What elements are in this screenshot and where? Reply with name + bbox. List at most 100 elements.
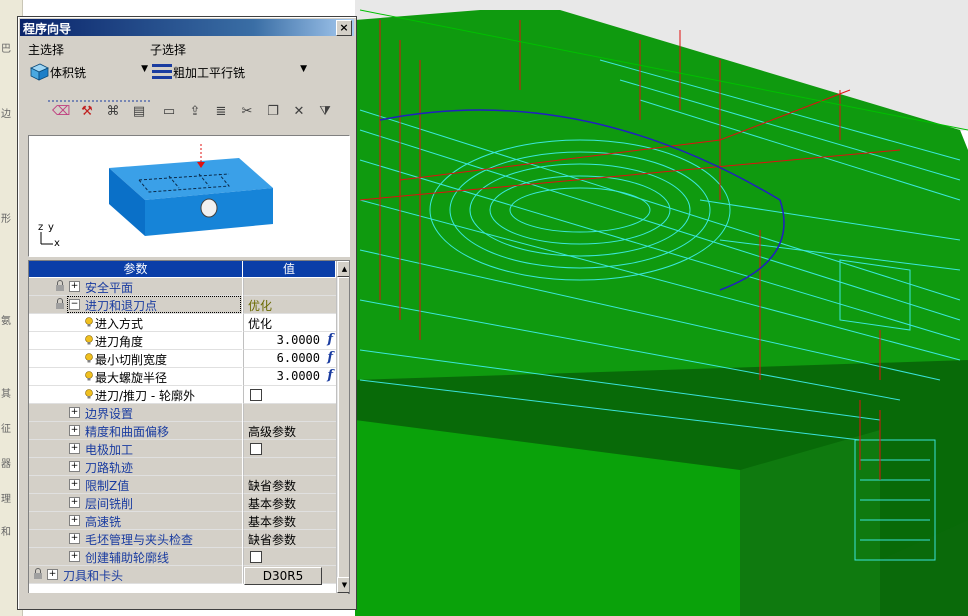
row-value[interactable]: 6.0000 bbox=[277, 351, 320, 365]
expand-icon[interactable]: + bbox=[69, 533, 80, 544]
sub-select-value: 粗加工平行铣 bbox=[173, 66, 246, 80]
lock-icon bbox=[56, 298, 64, 309]
filter-icon[interactable]: ⧩ bbox=[316, 103, 334, 121]
main-select-label: 主选择 bbox=[28, 43, 65, 57]
formula-icon[interactable]: f bbox=[327, 368, 333, 383]
program-wizard-panel: 程序向导 × 主选择 子选择 体积铣 ▼ 粗加工平行铣 ▼ ⌫ ⚒ ⌘ ▤ ▭ … bbox=[17, 16, 357, 610]
checkbox[interactable] bbox=[250, 389, 262, 401]
operation-preview: z y x bbox=[28, 135, 350, 257]
row-value[interactable]: 3.0000 bbox=[277, 369, 320, 383]
scroll-thumb[interactable] bbox=[338, 277, 349, 579]
row-value: 缺省参数 bbox=[248, 533, 297, 547]
table-row[interactable]: 最大螺旋半径 3.0000 f bbox=[29, 368, 336, 386]
export-icon[interactable]: ⇪ bbox=[186, 103, 204, 121]
table-row[interactable]: + 刀路轨迹 bbox=[29, 458, 336, 476]
table-row[interactable]: + 边界设置 bbox=[29, 404, 336, 422]
bulb-icon bbox=[85, 335, 93, 345]
chevron-down-icon: ▼ bbox=[300, 64, 307, 74]
scroll-down-icon[interactable]: ▼ bbox=[337, 577, 349, 593]
wizard-toolbar: ⌫ ⚒ ⌘ ▤ ▭ ⇪ ≣ ✂ ❐ ✕ ⧩ bbox=[48, 99, 348, 123]
row-label: 层间铣削 bbox=[85, 497, 134, 511]
expand-icon[interactable]: + bbox=[69, 407, 80, 418]
expand-icon[interactable]: + bbox=[69, 281, 80, 292]
row-value[interactable]: 优化 bbox=[248, 315, 272, 332]
axis-z-label: z bbox=[38, 222, 44, 233]
eraser-icon[interactable]: ⌫ bbox=[52, 103, 70, 121]
table-row[interactable]: + 电极加工 bbox=[29, 440, 336, 458]
main-select-dropdown[interactable]: 体积铣 ▼ bbox=[26, 59, 150, 83]
checkbox[interactable] bbox=[250, 443, 262, 455]
row-label: 安全平面 bbox=[85, 281, 134, 295]
table-row[interactable]: + 层间铣削 基本参数 bbox=[29, 494, 336, 512]
tool-select-button[interactable]: D30R5 bbox=[244, 567, 322, 585]
lock-icon bbox=[34, 568, 42, 579]
panel-footer bbox=[28, 593, 348, 605]
table-row[interactable]: 进入方式 优化 bbox=[29, 314, 336, 332]
expand-icon[interactable]: + bbox=[69, 551, 80, 562]
expand-icon[interactable]: + bbox=[69, 461, 80, 472]
row-label: 高速铣 bbox=[85, 515, 122, 529]
table-row[interactable]: + 毛坯管理与夹头检查 缺省参数 bbox=[29, 530, 336, 548]
table-row[interactable]: + 高速铣 基本参数 bbox=[29, 512, 336, 530]
hammer-icon[interactable]: ⚒ bbox=[78, 103, 96, 121]
focus-rect bbox=[67, 296, 241, 313]
row-value: 基本参数 bbox=[248, 515, 297, 529]
axis-y-label: y bbox=[48, 222, 54, 233]
formula-icon[interactable]: f bbox=[327, 332, 333, 347]
formula-icon[interactable]: f bbox=[327, 350, 333, 365]
lock-icon bbox=[56, 280, 64, 291]
volume-mill-icon bbox=[30, 63, 49, 81]
table-row[interactable]: 最小切削宽度 6.0000 f bbox=[29, 350, 336, 368]
scroll-up-icon[interactable]: ▲ bbox=[337, 261, 349, 277]
window-icon[interactable]: ❐ bbox=[264, 103, 282, 121]
sub-select-dropdown[interactable]: 粗加工平行铣 ▼ bbox=[149, 59, 309, 83]
grid-scrollbar[interactable]: ▲ ▼ bbox=[336, 261, 349, 593]
axis-x-label: x bbox=[54, 238, 60, 249]
bulb-icon bbox=[85, 371, 93, 381]
cut-icon[interactable]: ✂ bbox=[238, 103, 256, 121]
row-label: 最大螺旋半径 bbox=[95, 371, 168, 385]
row-label: 电极加工 bbox=[85, 443, 134, 457]
preview-block-drawing bbox=[40, 144, 273, 245]
expand-icon[interactable]: + bbox=[69, 479, 80, 490]
table-row[interactable]: + 创建辅助轮廓线 bbox=[29, 548, 336, 566]
expand-icon[interactable]: + bbox=[69, 425, 80, 436]
row-label: 创建辅助轮廓线 bbox=[85, 551, 170, 565]
list-icon[interactable]: ▤ bbox=[130, 103, 148, 121]
checkbox[interactable] bbox=[250, 551, 262, 563]
bulb-icon bbox=[85, 353, 93, 363]
close-button[interactable]: × bbox=[336, 20, 352, 36]
row-value[interactable]: 3.0000 bbox=[277, 333, 320, 347]
row-label: 刀路轨迹 bbox=[85, 461, 134, 475]
row-label: 限制Z值 bbox=[85, 479, 130, 493]
bulb-icon bbox=[85, 389, 93, 399]
bulb-icon bbox=[85, 317, 93, 327]
row-label: 边界设置 bbox=[85, 407, 134, 421]
monitor-icon[interactable]: ▭ bbox=[160, 103, 178, 121]
stack-icon[interactable]: ≣ bbox=[212, 103, 230, 121]
value-column-header[interactable]: 值 bbox=[243, 261, 336, 277]
wizard-title: 程序向导 bbox=[23, 22, 72, 36]
delete-icon[interactable]: ✕ bbox=[290, 103, 308, 121]
table-row[interactable]: − 进刀和退刀点 优化 bbox=[29, 296, 336, 314]
expand-icon[interactable]: + bbox=[47, 569, 58, 580]
row-label: 进刀/推刀 - 轮廓外 bbox=[95, 389, 196, 403]
chevron-down-icon: ▼ bbox=[141, 64, 148, 74]
expand-icon[interactable]: + bbox=[69, 497, 80, 508]
table-row[interactable]: + 安全平面 bbox=[29, 278, 336, 296]
sub-select-label: 子选择 bbox=[150, 43, 187, 57]
param-column-header[interactable]: 参数 bbox=[29, 261, 243, 277]
main-select-value: 体积铣 bbox=[50, 66, 87, 80]
table-row[interactable]: + 精度和曲面偏移 高级参数 bbox=[29, 422, 336, 440]
tool-path-icon[interactable]: ⌘ bbox=[104, 103, 122, 121]
expand-icon[interactable]: + bbox=[69, 443, 80, 454]
expand-icon[interactable]: + bbox=[69, 515, 80, 526]
row-value: 高级参数 bbox=[248, 425, 297, 439]
row-label: 进入方式 bbox=[95, 317, 144, 331]
row-label: 精度和曲面偏移 bbox=[85, 425, 170, 439]
row-label: 进刀角度 bbox=[95, 335, 144, 349]
wizard-titlebar[interactable]: 程序向导 × bbox=[20, 19, 354, 36]
table-row[interactable]: 进刀/推刀 - 轮廓外 bbox=[29, 386, 336, 404]
table-row[interactable]: + 限制Z值 缺省参数 bbox=[29, 476, 336, 494]
table-row[interactable]: 进刀角度 3.0000 f bbox=[29, 332, 336, 350]
